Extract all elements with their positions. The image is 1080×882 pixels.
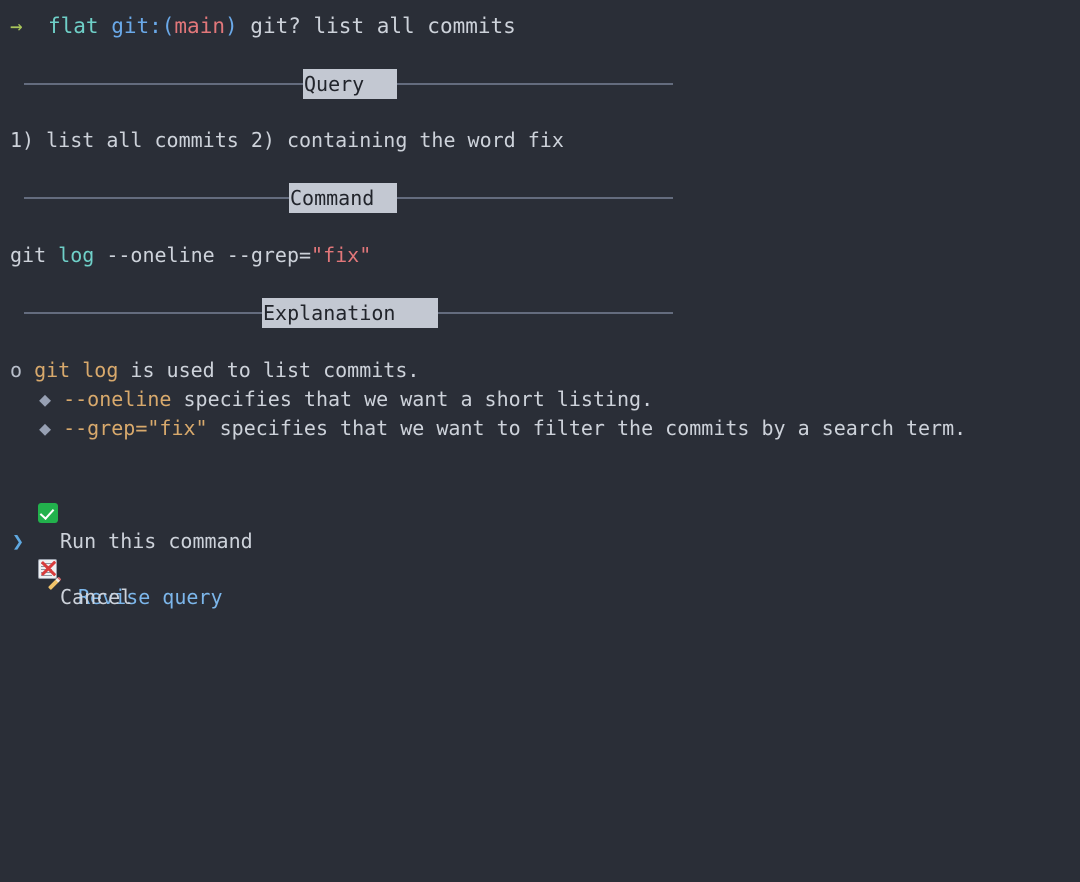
query-rule-right xyxy=(397,83,673,85)
command-program: git xyxy=(10,243,47,267)
menu-item-revise-query[interactable]: ❯ Revise query xyxy=(0,499,223,609)
bullet-text-2: specifies that we want to filter the com… xyxy=(207,416,967,440)
bullet-code-2: --grep="fix" xyxy=(63,416,208,440)
bullet-gap-1 xyxy=(51,387,63,411)
bullet-marker-diamond-icon: ◆ xyxy=(39,387,52,411)
query-section-label: Query xyxy=(303,69,397,99)
explanation-section-label: Explanation xyxy=(262,298,438,328)
prompt-arrow-icon: → xyxy=(10,14,23,38)
terminal-window: → flat git:(main) git? list all commits … xyxy=(0,0,1080,882)
prompt-space-2 xyxy=(238,14,251,38)
explanation-rule-right xyxy=(438,312,673,314)
cross-mark-icon xyxy=(39,555,58,583)
prompt-git-open: git:( xyxy=(111,14,175,38)
prompt-space-1 xyxy=(99,14,112,38)
menu-item-run-this-command[interactable]: Run this command xyxy=(0,471,253,553)
command-section-header: Command xyxy=(0,183,1080,213)
command-space xyxy=(46,243,58,267)
explanation-section-header: Explanation xyxy=(0,298,1080,328)
explanation-rule-left xyxy=(24,312,262,314)
bullet-code-0: git log xyxy=(34,358,119,382)
command-text-line: git log --oneline --grep="fix" xyxy=(10,241,371,269)
menu-item-cancel[interactable]: Cancel xyxy=(0,527,132,609)
bullet-gap-2 xyxy=(51,416,63,440)
command-rule-left xyxy=(24,197,289,199)
prompt-git-branch: main xyxy=(174,14,225,38)
command-value: "fix" xyxy=(311,243,372,267)
query-rule-left xyxy=(24,83,303,85)
bullet-text-1: specifies that we want a short listing. xyxy=(171,387,654,411)
command-section-label: Command xyxy=(289,183,397,213)
query-section-header: Query xyxy=(0,69,1080,99)
explanation-bullet-0: o git log is used to list commits. xyxy=(10,356,419,384)
bullet-code-1: --oneline xyxy=(63,387,172,411)
prompt-command-text: git? list all commits xyxy=(250,14,516,38)
command-flags: --oneline --grep= xyxy=(94,243,312,267)
prompt-directory: flat xyxy=(47,14,99,38)
bullet-marker-diamond-icon: ◆ xyxy=(39,416,52,440)
command-subcommand: log xyxy=(58,243,95,267)
bullet-gap-0 xyxy=(22,358,34,382)
bullet-text-0: is used to list commits. xyxy=(118,358,420,382)
explanation-bullet-1: ◆ --oneline specifies that we want a sho… xyxy=(39,385,653,413)
command-rule-right xyxy=(397,197,673,199)
shell-prompt-line: → flat git:(main) git? list all commits xyxy=(0,12,516,42)
menu-label-cancel: Cancel xyxy=(60,585,133,609)
prompt-git-close: ) xyxy=(224,14,238,38)
explanation-bullet-2: ◆ --grep="fix" specifies that we want to… xyxy=(39,414,966,442)
query-text: 1) list all commits 2) containing the wo… xyxy=(10,128,564,152)
prompt-spacer xyxy=(23,14,48,38)
bullet-marker-circle-icon: o xyxy=(10,358,23,382)
menu-label-run: Run this command xyxy=(60,529,253,553)
